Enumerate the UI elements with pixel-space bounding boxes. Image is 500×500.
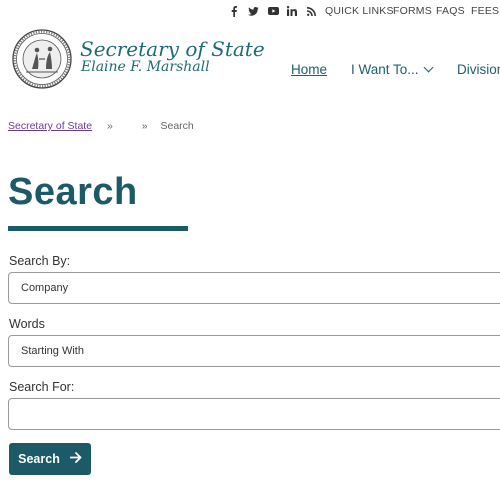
breadcrumb-separator: » xyxy=(141,120,148,132)
nav-i-want-to[interactable]: I Want To... xyxy=(351,62,433,77)
rss-icon[interactable] xyxy=(304,4,318,18)
youtube-icon[interactable] xyxy=(266,4,280,18)
forms-link[interactable]: FORMS xyxy=(393,4,432,18)
words-label: Words xyxy=(9,317,45,331)
quick-links-link[interactable]: QUICK LINKS xyxy=(325,4,394,18)
search-by-value: Company xyxy=(21,282,69,294)
page-title: Search xyxy=(8,171,138,213)
fees-link[interactable]: FEES xyxy=(471,4,499,18)
state-seal-logo[interactable] xyxy=(12,29,72,89)
nav-divisions[interactable]: Division xyxy=(457,62,500,77)
linkedin-icon[interactable] xyxy=(285,4,299,18)
site-subtitle: Elaine F. Marshall xyxy=(81,59,210,75)
search-button-label: Search xyxy=(18,452,60,466)
title-underline xyxy=(8,226,188,231)
nav-i-want-to-label: I Want To... xyxy=(351,62,419,77)
breadcrumb-separator: » xyxy=(106,120,113,132)
search-button[interactable]: Search xyxy=(9,443,91,475)
search-by-label: Search By: xyxy=(9,254,71,268)
breadcrumb: Secretary of State » » Search xyxy=(8,120,194,132)
site-title[interactable]: Secretary of State xyxy=(80,37,265,61)
breadcrumb-current: Search xyxy=(160,120,194,132)
arrow-right-icon xyxy=(69,452,82,466)
breadcrumb-home-link[interactable]: Secretary of State xyxy=(8,120,92,132)
faqs-link[interactable]: FAQS xyxy=(436,4,465,18)
words-select[interactable]: Starting With xyxy=(8,335,500,367)
facebook-icon[interactable] xyxy=(227,4,241,18)
words-value: Starting With xyxy=(21,345,84,357)
search-by-select[interactable]: Company xyxy=(8,272,500,304)
utility-bar: QUICK LINKS FORMS FAQS FEES xyxy=(0,4,500,18)
search-for-input[interactable] xyxy=(8,398,500,430)
twitter-icon[interactable] xyxy=(246,4,260,18)
search-for-label: Search For: xyxy=(9,380,75,394)
chevron-down-icon xyxy=(423,62,433,73)
nav-home-link[interactable]: Home xyxy=(291,62,327,77)
